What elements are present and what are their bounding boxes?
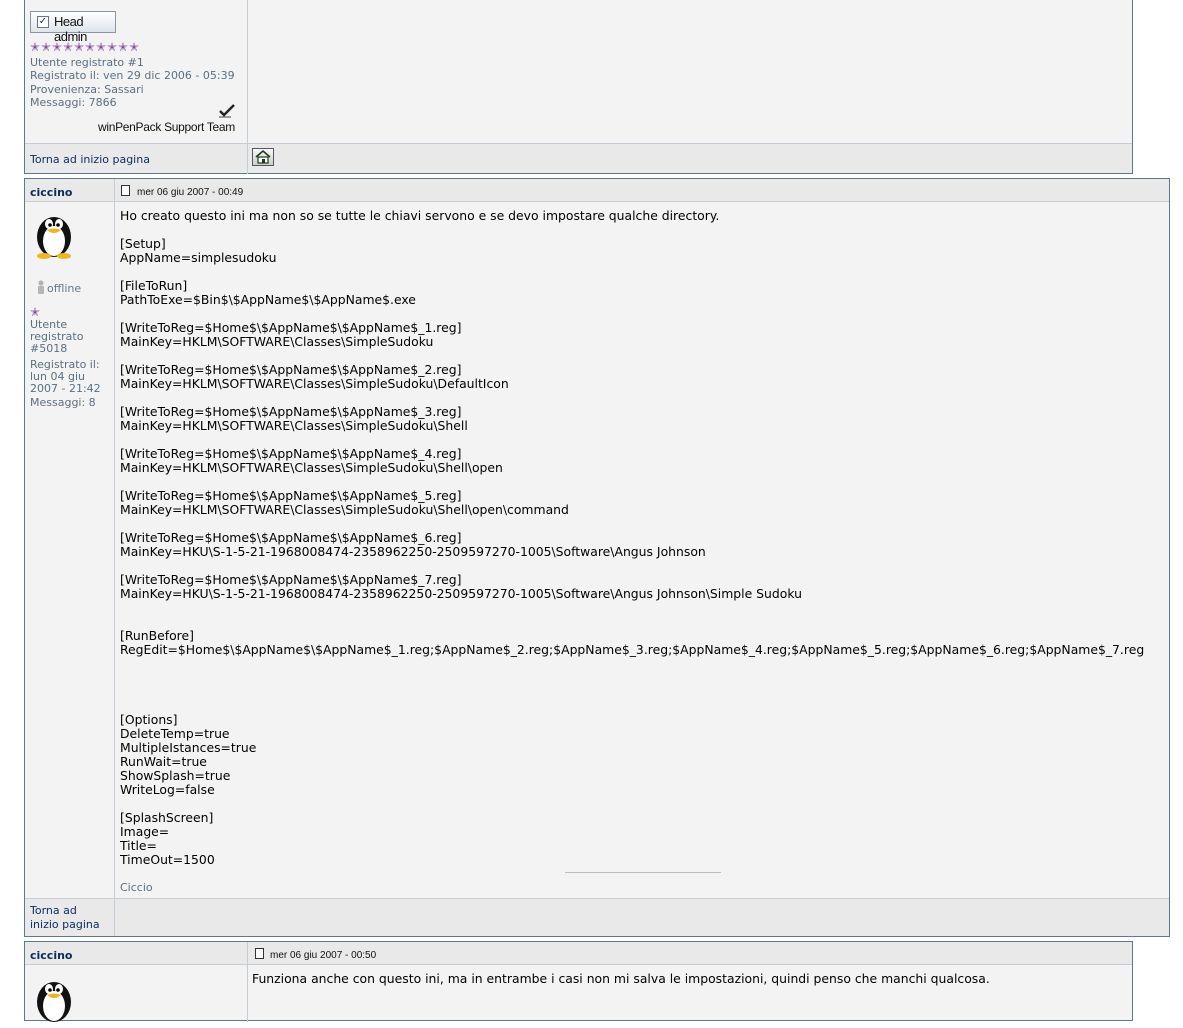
avatar xyxy=(30,209,78,259)
body-line xyxy=(120,671,1168,685)
post-icon xyxy=(121,185,130,196)
author-name[interactable]: ciccino xyxy=(30,186,73,199)
body-line: Title= xyxy=(120,838,157,853)
body-line: MainKey=HKLM\SOFTWARE\Classes\SimpleSudo… xyxy=(120,418,468,433)
body-line: [SplashScreen] xyxy=(120,810,214,825)
star-icon: ✭ xyxy=(30,305,41,319)
body-line: MultipleIstances=true xyxy=(120,740,257,755)
online-status: offline xyxy=(37,0,71,2)
body-line: [WriteToReg=$Home$\$AppName$\$AppName$_2… xyxy=(120,362,462,377)
star-icon: ✭ xyxy=(118,40,129,54)
star-icon: ✭ xyxy=(85,40,96,54)
rank-badge: ✓ Head admin xyxy=(30,11,116,44)
post-date: mer 06 giu 2007 - 00:49 xyxy=(137,187,244,198)
body-line: Ho creato questo ini ma non so se tutte … xyxy=(120,208,720,223)
body-line xyxy=(120,349,1168,363)
body-line xyxy=(120,601,1168,615)
author-name[interactable]: ciccino xyxy=(30,949,73,962)
home-icon[interactable] xyxy=(252,148,274,166)
body-line: [RunBefore] xyxy=(120,628,194,643)
body-line: WriteLog=false xyxy=(120,782,215,797)
body-line: RunWait=true xyxy=(120,754,207,769)
body-line xyxy=(120,615,1168,629)
back-to-top-link[interactable]: Torna ad inizio pagina xyxy=(30,904,100,932)
body-line: MainKey=HKLM\SOFTWARE\Classes\SimpleSudo… xyxy=(120,460,503,475)
body-line xyxy=(120,391,1168,405)
avatar xyxy=(30,974,78,1024)
star-icon: ✭ xyxy=(129,40,140,54)
body-line: AppName=simplesudoku xyxy=(120,250,277,265)
user-info: Utente registrato #5018 Registrato il: l… xyxy=(30,318,101,409)
body-line: MainKey=HKLM\SOFTWARE\Classes\SimpleSudo… xyxy=(120,334,434,349)
post-date: mer 06 giu 2007 - 00:50 xyxy=(270,950,377,961)
body-line: DeleteTemp=true xyxy=(120,726,230,741)
post-icon xyxy=(255,948,264,959)
star-icon: ✭ xyxy=(74,40,85,54)
star-icon: ✭ xyxy=(107,40,118,54)
body-line xyxy=(120,433,1168,447)
body-line: MainKey=HKU\S-1-5-21-1968008474-23589622… xyxy=(120,544,706,559)
body-line: [WriteToReg=$Home$\$AppName$\$AppName$_7… xyxy=(120,572,462,587)
body-line xyxy=(120,517,1168,531)
user-info: Utente registrato #1 Registrato il: ven … xyxy=(30,56,235,109)
star-icon: ✭ xyxy=(30,40,41,54)
star-icon: ✭ xyxy=(52,40,63,54)
body-line: MainKey=HKLM\SOFTWARE\Classes\SimpleSudo… xyxy=(120,376,509,391)
online-status: offline xyxy=(47,282,82,295)
star-icon: ✭ xyxy=(96,40,107,54)
post-ciccino-2: ciccino mer 06 giu 2007 - 00:50 Funziona… xyxy=(24,941,1133,1024)
checkmark-icon xyxy=(218,103,236,119)
offline-user-icon xyxy=(37,279,45,294)
body-line xyxy=(120,797,1168,811)
back-to-top-link[interactable]: Torna ad inizio pagina xyxy=(30,153,150,167)
body-line: [WriteToReg=$Home$\$AppName$\$AppName$_5… xyxy=(120,488,462,503)
body-line: [Setup] xyxy=(120,236,166,251)
team-signature: winPenPack Support Team xyxy=(98,120,235,134)
body-line: ShowSplash=true xyxy=(120,768,231,783)
body-line: [WriteToReg=$Home$\$AppName$\$AppName$_1… xyxy=(120,320,462,335)
body-line xyxy=(120,685,1168,699)
rank-stars: ✭✭✭✭✭✭✭✭✭✭ xyxy=(30,36,140,55)
star-icon: ✭ xyxy=(41,40,52,54)
post-body: Funziona anche con questo ini, ma in ent… xyxy=(252,971,990,986)
checkbox-icon: ✓ xyxy=(37,16,49,28)
body-line xyxy=(120,559,1168,573)
body-line: MainKey=HKU\S-1-5-21-1968008474-23589622… xyxy=(120,586,802,601)
body-line: PathToExe=$Bin$\$AppName$\$AppName$.exe xyxy=(120,292,416,307)
post-admin: offline ✓ Head admin ✭✭✭✭✭✭✭✭✭✭ Utente r… xyxy=(24,0,1133,174)
body-line xyxy=(120,475,1168,489)
post-ciccino-1: ciccino mer 06 giu 2007 - 00:49 offline … xyxy=(24,178,1170,937)
body-line: [Options] xyxy=(120,712,178,727)
body-line: TimeOut=1500 xyxy=(120,852,215,867)
body-line xyxy=(120,657,1168,671)
post-body: Ho creato questo ini ma non so se tutte … xyxy=(120,209,1168,867)
body-line xyxy=(120,307,1168,321)
body-line: RegEdit=$Home$\$AppName$\$AppName$_1.reg… xyxy=(120,642,1145,657)
body-line xyxy=(120,265,1168,279)
signature: Ciccio xyxy=(120,881,153,894)
body-line: MainKey=HKLM\SOFTWARE\Classes\SimpleSudo… xyxy=(120,502,569,517)
star-icon: ✭ xyxy=(63,40,74,54)
body-line: Image= xyxy=(120,824,170,839)
body-line: [WriteToReg=$Home$\$AppName$\$AppName$_3… xyxy=(120,404,462,419)
body-line: [FileToRun] xyxy=(120,278,188,293)
body-line: [WriteToReg=$Home$\$AppName$\$AppName$_4… xyxy=(120,446,462,461)
body-line: [WriteToReg=$Home$\$AppName$\$AppName$_6… xyxy=(120,530,462,545)
body-line xyxy=(120,699,1168,713)
body-line xyxy=(120,223,1168,237)
